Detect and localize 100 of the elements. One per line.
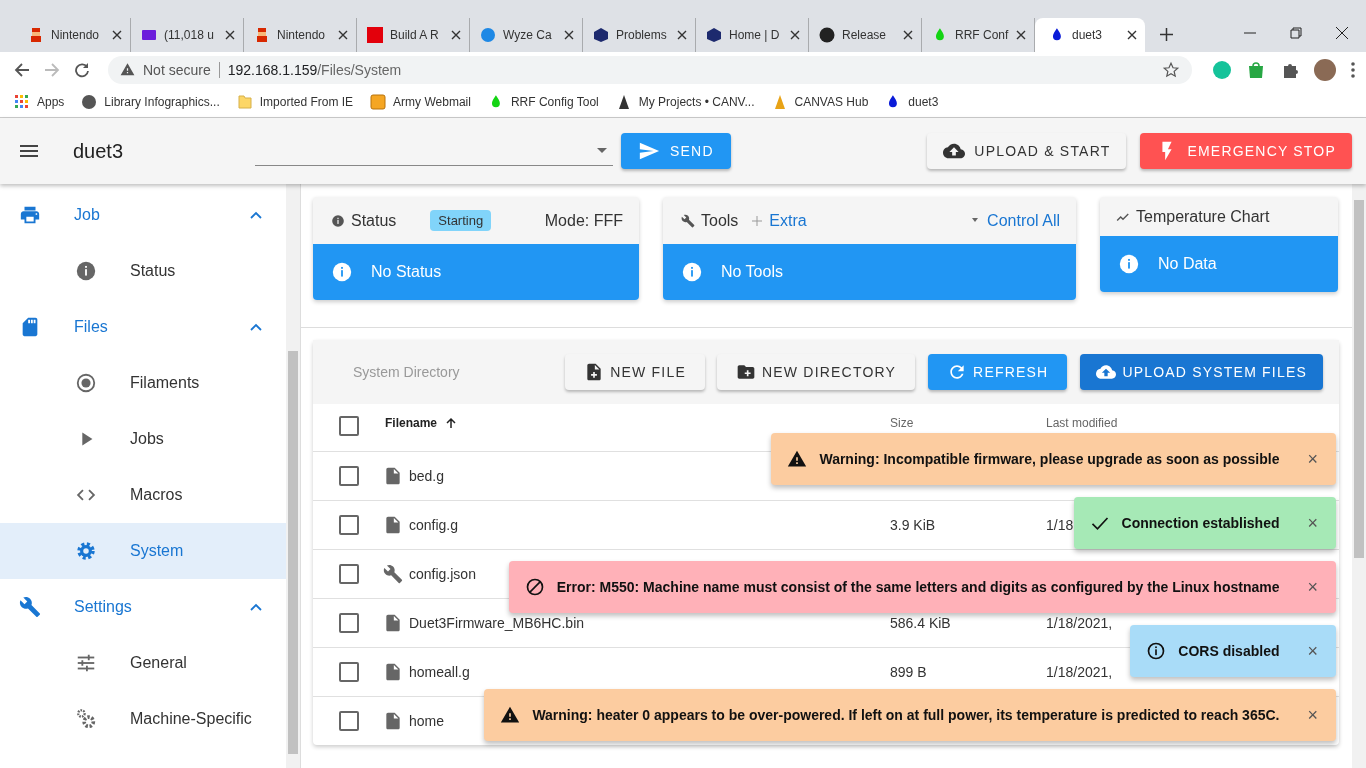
close-icon[interactable] (790, 30, 800, 40)
apps-grid-icon (14, 94, 30, 110)
nav-item[interactable]: Jobs (0, 411, 286, 467)
menu-icon[interactable] (1350, 59, 1356, 80)
wrench-icon (19, 596, 41, 618)
nav-item[interactable]: Macros (0, 467, 286, 523)
reload-icon[interactable] (74, 61, 90, 78)
avatar-icon[interactable] (1314, 58, 1336, 81)
restore-icon[interactable] (1290, 27, 1302, 39)
caret-icon[interactable] (597, 148, 607, 153)
bookmark[interactable]: CANVAS Hub (771, 94, 869, 110)
card-title: Tools (701, 211, 739, 230)
file-name[interactable]: Duet3Firmware_MB6HC.bin (409, 615, 585, 631)
toolbar-button[interactable]: NEW FILE (565, 354, 705, 390)
file-icon (383, 613, 403, 633)
info-icon (75, 260, 97, 282)
close-icon[interactable] (451, 30, 461, 40)
gear-icon (75, 540, 97, 562)
close-button[interactable]: × (1305, 448, 1320, 470)
info-alert: No Tools (663, 244, 1076, 300)
checkbox[interactable] (339, 416, 359, 436)
checkbox[interactable] (339, 564, 359, 584)
info-alert: No Data (1100, 236, 1338, 292)
plus-icon (752, 215, 763, 226)
extra-link[interactable]: Extra (752, 211, 807, 230)
nav-item[interactable]: Filaments (0, 355, 286, 411)
close-button[interactable]: × (1305, 704, 1320, 726)
checkbox[interactable] (339, 466, 359, 486)
caret-icon (970, 218, 981, 223)
close-icon[interactable] (564, 30, 574, 40)
browser-tab[interactable]: Build A R (357, 18, 470, 52)
nav-item[interactable]: System (0, 523, 286, 579)
column-header[interactable]: Filename (385, 416, 890, 430)
scrollbar[interactable] (286, 184, 300, 768)
browser-tab[interactable]: Nintendo (18, 18, 131, 52)
close-icon[interactable] (903, 30, 913, 40)
browser-tab[interactable]: Nintendo (244, 18, 357, 52)
directory-title: System Directory (353, 364, 461, 380)
nav-item[interactable]: Status (0, 243, 286, 299)
close-icon[interactable] (112, 30, 122, 40)
close-button[interactable]: × (1305, 512, 1320, 534)
close-icon[interactable] (1016, 30, 1026, 40)
nav-group[interactable]: Settings (0, 579, 286, 635)
control-all-link[interactable]: Control All (970, 211, 1060, 230)
toolbar-button[interactable]: NEW DIRECTORY (716, 354, 916, 390)
plus-icon[interactable] (1160, 28, 1173, 41)
bookmark[interactable]: My Projects • CANV... (615, 94, 755, 110)
back-icon[interactable] (14, 61, 30, 78)
browser-tab[interactable]: duet3 (1035, 18, 1145, 52)
bookmark[interactable]: Apps (14, 94, 65, 110)
toolbar-button[interactable]: UPLOAD SYSTEM FILES (1080, 354, 1323, 390)
shopping-bag-icon[interactable] (1246, 59, 1266, 80)
address-bar[interactable]: Not secure 192.168.1.159/Files/System (108, 55, 1192, 84)
file-icon (383, 662, 403, 682)
pixel-figure-icon (28, 27, 44, 43)
bookmark[interactable]: Library Infographics... (81, 94, 220, 110)
browser-tab[interactable]: Release (809, 18, 922, 52)
column-header[interactable]: Size (890, 416, 1046, 430)
nav-item[interactable]: General (0, 635, 286, 691)
close-button[interactable]: × (1305, 640, 1320, 662)
file-name[interactable]: bed.g (409, 468, 445, 484)
bookmark[interactable]: Imported From IE (236, 94, 354, 110)
checkbox[interactable] (339, 662, 359, 682)
checkbox[interactable] (339, 515, 359, 535)
bookmark[interactable]: duet3 (885, 94, 939, 110)
close-icon[interactable] (1336, 27, 1348, 39)
bookmark[interactable]: RRF Config Tool (487, 94, 599, 110)
nav-group[interactable]: Files (0, 299, 286, 355)
nav-item[interactable]: Machine-Specific (0, 691, 286, 747)
close-icon[interactable] (677, 30, 687, 40)
bookmark[interactable]: Army Webmail (370, 94, 471, 110)
file-name[interactable]: home (409, 713, 445, 729)
chevron-icon (250, 323, 262, 331)
close-icon[interactable] (338, 30, 348, 40)
close-icon[interactable] (225, 30, 235, 40)
close-icon[interactable] (1127, 30, 1137, 40)
browser-tab[interactable]: Wyze Ca (470, 18, 583, 52)
card-title: Temperature Chart (1136, 207, 1270, 226)
file-size: 586.4 KiB (890, 615, 951, 631)
cube-icon (706, 27, 722, 43)
close-button[interactable]: × (1305, 576, 1320, 598)
browser-tab[interactable]: Problems (583, 18, 696, 52)
upload-start-button[interactable]: UPLOAD & START (927, 133, 1127, 169)
checkbox[interactable] (339, 613, 359, 633)
nav-group[interactable]: Job (0, 187, 286, 243)
cube-icon (593, 27, 609, 43)
file-name[interactable]: config.json (409, 566, 476, 582)
browser-tab[interactable]: Home | D (696, 18, 809, 52)
blocked-icon (524, 577, 545, 597)
checkbox[interactable] (339, 711, 359, 731)
star-icon[interactable] (1162, 60, 1180, 79)
file-name[interactable]: config.g (409, 517, 459, 533)
printer-icon (19, 204, 41, 226)
scrollbar[interactable] (1352, 184, 1366, 768)
column-header[interactable]: Last modified (1046, 416, 1339, 430)
notification: CORS disabled × (1130, 625, 1336, 677)
menu-icon[interactable] (20, 145, 38, 157)
info-icon (1118, 253, 1140, 275)
browser-tab[interactable]: (11,018 u (131, 18, 244, 52)
file-name[interactable]: homeall.g (409, 664, 470, 680)
